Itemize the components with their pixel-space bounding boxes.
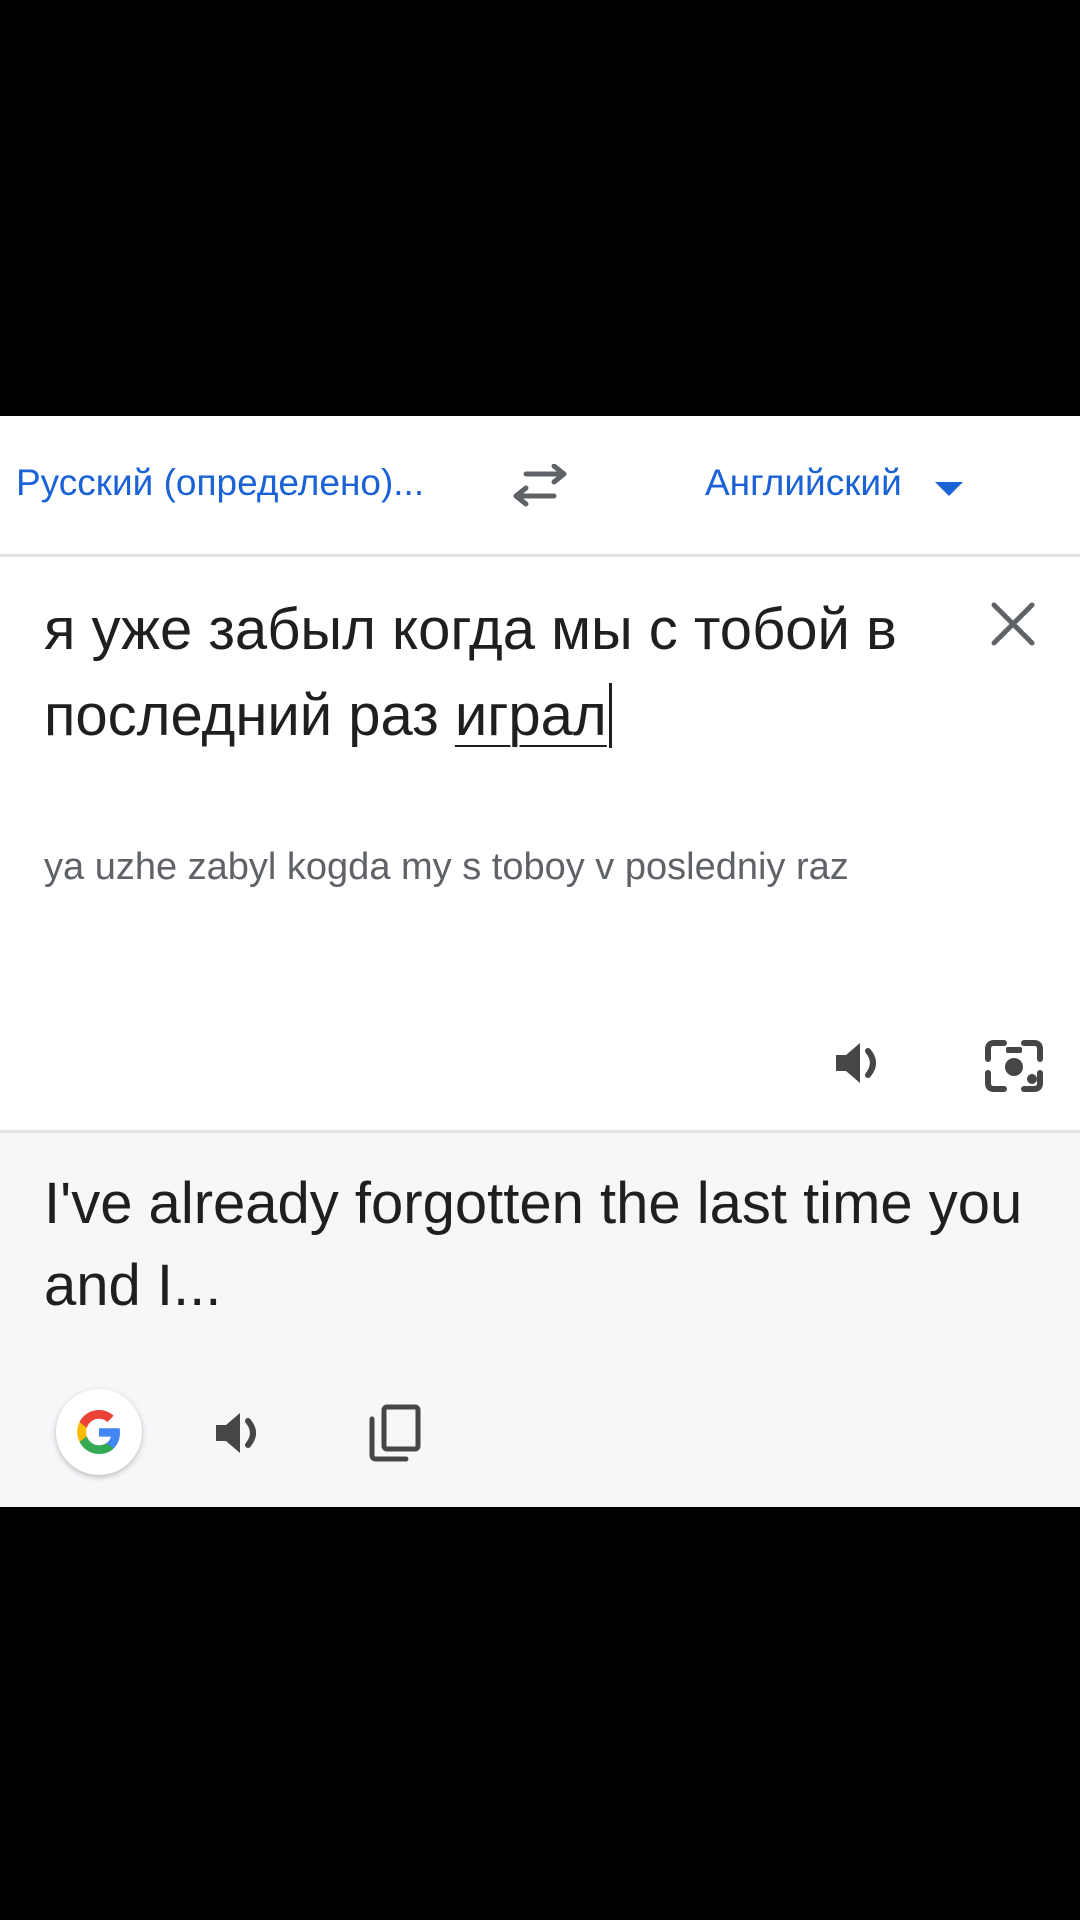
close-icon[interactable]	[988, 599, 1038, 649]
target-language-button[interactable]: Английский	[705, 462, 902, 504]
camera-icon[interactable]	[984, 1039, 1044, 1093]
swap-languages-icon[interactable]	[508, 464, 572, 508]
source-language-button[interactable]: Русский (определено)...	[16, 462, 424, 504]
chevron-down-icon[interactable]	[935, 482, 963, 498]
google-logo-icon	[77, 1410, 120, 1454]
translation-text: I've already forgotten the last time you…	[44, 1171, 1023, 1318]
translate-screen: Русский (определено)... Английский я уже…	[0, 416, 1080, 1507]
language-bar: Русский (определено)... Английский	[0, 416, 1080, 557]
translation-area: I've already forgotten the last time you…	[0, 1130, 1080, 1507]
copy-icon[interactable]	[366, 1403, 422, 1463]
speaker-icon[interactable]	[212, 1405, 268, 1461]
google-g-icon[interactable]	[56, 1389, 142, 1475]
source-text-last-word: играл	[454, 683, 612, 748]
transliteration-text: ya uzhe zabyl kogda my s toboy v posledn…	[44, 846, 849, 888]
speaker-icon[interactable]	[832, 1035, 888, 1091]
source-text-input[interactable]: я уже забыл когда мы с тобой в последний…	[44, 587, 904, 759]
